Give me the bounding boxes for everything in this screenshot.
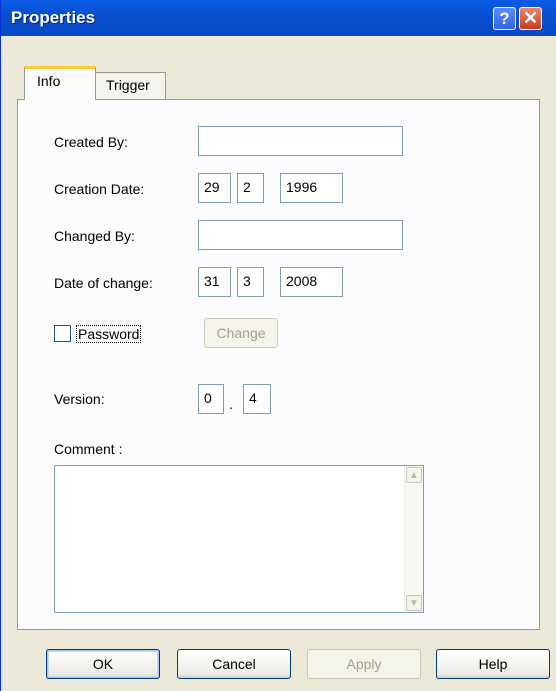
ok-button[interactable]: OK [46, 649, 160, 679]
creation-date-label: Creation Date: [54, 181, 145, 197]
comment-textarea[interactable]: ▲ ▼ [54, 465, 424, 613]
apply-button[interactable]: Apply [307, 649, 421, 679]
version-minor-input[interactable]: 4 [243, 384, 271, 414]
comment-scrollbar[interactable]: ▲ ▼ [404, 466, 423, 612]
help-button[interactable]: Help [436, 649, 550, 679]
password-checkbox[interactable] [54, 325, 71, 342]
date-of-change-label: Date of change: [54, 275, 153, 291]
close-icon: ✕ [522, 8, 539, 28]
change-month-input[interactable]: 3 [237, 267, 264, 297]
password-label[interactable]: Password [76, 325, 142, 343]
tab-trigger[interactable]: Trigger [95, 72, 166, 100]
cancel-button[interactable]: Cancel [177, 649, 291, 679]
created-by-label: Created By: [54, 134, 128, 150]
change-year-input[interactable]: 2008 [280, 267, 343, 297]
version-label: Version: [54, 391, 105, 407]
comment-label: Comment : [54, 441, 123, 457]
dialog-title: Properties [11, 8, 96, 27]
created-by-input[interactable] [198, 126, 403, 156]
info-tab-panel: Created By: Creation Date: 29 2 1996 Cha… [17, 99, 540, 630]
change-password-button[interactable]: Change [204, 318, 278, 348]
question-icon: ? [499, 8, 510, 28]
creation-day-input[interactable]: 29 [198, 173, 231, 203]
title-help-button[interactable]: ? [493, 7, 516, 30]
change-day-input[interactable]: 31 [198, 267, 231, 297]
scroll-up-arrow-icon[interactable]: ▲ [406, 467, 422, 483]
tab-info[interactable]: Info [24, 66, 96, 100]
scroll-down-arrow-icon[interactable]: ▼ [406, 595, 422, 611]
creation-month-input[interactable]: 2 [237, 173, 264, 203]
properties-dialog: Properties ? ✕ Info Trigger Created By: … [0, 0, 556, 691]
version-major-input[interactable]: 0 [198, 384, 224, 414]
changed-by-label: Changed By: [54, 228, 135, 244]
title-close-button[interactable]: ✕ [519, 7, 542, 30]
version-separator: . [229, 396, 233, 412]
changed-by-input[interactable] [198, 220, 403, 250]
creation-year-input[interactable]: 1996 [280, 173, 343, 203]
title-bar[interactable]: Properties ? ✕ [1, 0, 556, 36]
